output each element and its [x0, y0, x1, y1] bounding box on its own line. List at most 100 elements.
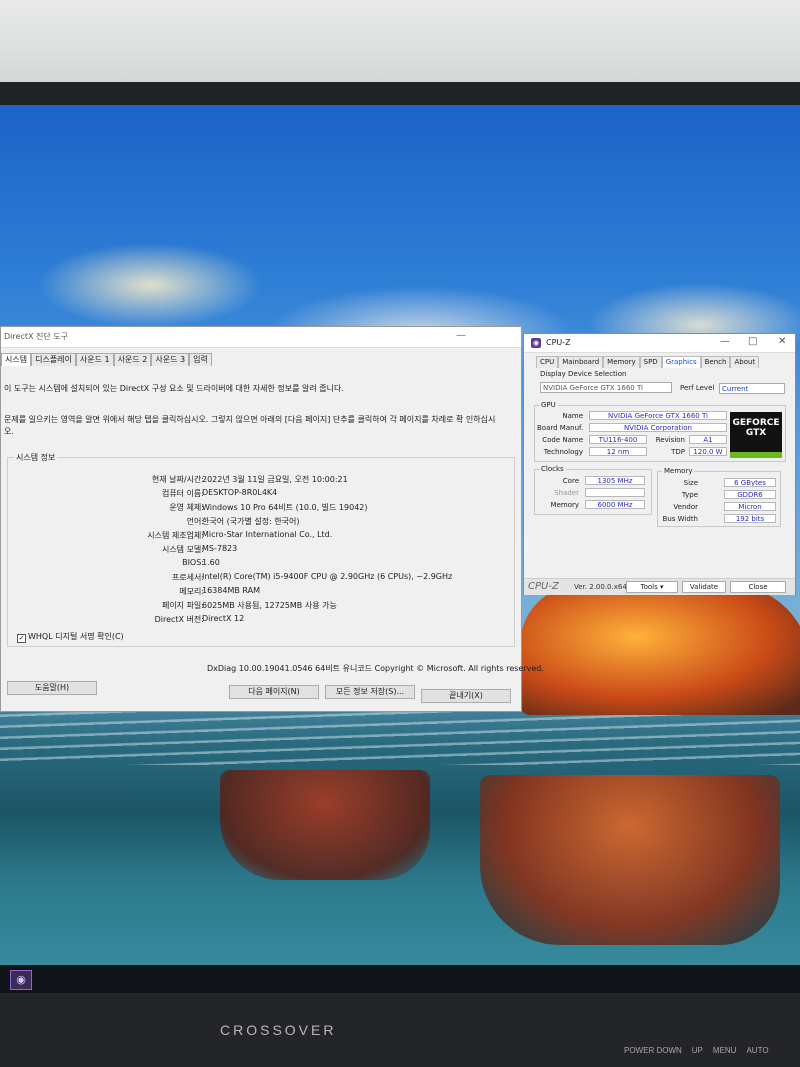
info-label: 운영 체제:	[169, 503, 204, 512]
info-label: DirectX 버전:	[154, 615, 204, 624]
validate-button[interactable]: Validate	[682, 581, 726, 593]
whql-label: WHQL 디지털 서명 확인(C)	[28, 632, 124, 641]
tab-sound3[interactable]: 사운드 3	[151, 353, 190, 366]
tab-sound2[interactable]: 사운드 2	[113, 353, 152, 366]
perf-level-select[interactable]: Current	[719, 383, 785, 394]
dxdiag-titlebar[interactable]: DirectX 진단 도구 —	[1, 327, 521, 348]
wall-background	[0, 0, 800, 90]
cpuz-footer: CPU-Z Ver. 2.00.0.x64 Tools ▾ Validate C…	[524, 578, 795, 595]
info-row: 시스템 제조업체: Micro-Star International Co., L…	[8, 530, 508, 542]
tab-sound1[interactable]: 사운드 1	[75, 353, 114, 366]
cpuz-window: ◉ CPU-Z — □ ✕ CPU Mainboard Memory SPD Graph…	[523, 333, 796, 595]
auto-button[interactable]: AUTO	[746, 1046, 768, 1055]
close-button[interactable]: Close	[730, 581, 786, 593]
info-label: 프로세서:	[171, 573, 204, 582]
tab-memory[interactable]: Memory	[603, 356, 640, 368]
revision-value: A1	[689, 435, 727, 444]
memory-clock-value: 6000 MHz	[585, 500, 645, 509]
info-row: 운영 체제: Windows 10 Pro 64비트 (10.0, 빌드 1904…	[8, 502, 508, 514]
whql-checkbox[interactable]: ✓ WHQL 디지털 서명 확인(C)	[17, 631, 124, 643]
info-row: 현재 날짜/시간: 2022년 3월 11일 금요일, 오전 10:00:21	[8, 474, 508, 486]
tab-system[interactable]: 시스템	[1, 353, 32, 366]
info-label: 시스템 제조업체:	[147, 531, 204, 540]
gpu-name-label: Name	[562, 412, 583, 420]
cpuz-titlebar[interactable]: ◉ CPU-Z — □ ✕	[524, 334, 795, 353]
core-clock-value: 1305 MHz	[585, 476, 645, 485]
tdp-value: 120.0 W	[689, 447, 727, 456]
system-info-group: 시스템 정보 현재 날짜/시간: 2022년 3월 11일 금요일, 오전 10:…	[7, 452, 515, 647]
up-button[interactable]: UP	[692, 1046, 703, 1055]
info-value: MS-7823	[202, 544, 238, 553]
info-value: 16384MB RAM	[202, 586, 260, 595]
board-label: Board Manuf.	[537, 424, 584, 432]
code-name-value: TU116-400	[589, 435, 647, 444]
tab-input[interactable]: 입력	[189, 353, 212, 366]
perf-level-label: Perf Level	[680, 384, 715, 392]
info-row: 메모리: 16384MB RAM	[8, 586, 508, 598]
help-button[interactable]: 도움말(H)	[7, 681, 97, 695]
save-all-button[interactable]: 모든 정보 저장(S)...	[325, 685, 415, 699]
intro-text: 이 도구는 시스템에 설치되어 있는 DirectX 구성 요소 및 드라이버에…	[4, 384, 344, 393]
power-down-button[interactable]: POWER DOWN	[624, 1046, 682, 1055]
tab-about[interactable]: About	[730, 356, 760, 368]
geforce-gtx-logo: GEFORCE GTX	[730, 412, 782, 458]
info-row: 언어: 한국어 (국가별 설정: 한국어)	[8, 516, 508, 528]
minimize-icon[interactable]: —	[456, 330, 466, 341]
info-label: 페이지 파일:	[161, 601, 204, 610]
memory-group-title: Memory	[662, 467, 695, 475]
monitor-brand: CROSSOVER	[220, 1022, 337, 1038]
info-value: 1.60	[202, 558, 220, 567]
tab-cpu[interactable]: CPU	[536, 356, 559, 368]
tab-graphics[interactable]: Graphics	[661, 356, 701, 368]
dxdiag-window: DirectX 진단 도구 — 시스템 디스플레이 사운드 1 사운드 2 사운드 3입…	[0, 326, 544, 712]
tools-button[interactable]: Tools ▾	[626, 581, 678, 593]
copyright-text: DxDiag 10.00.19041.0546 64비트 유니코드 Copyri…	[207, 664, 544, 673]
info-row: BIOS: 1.60	[8, 558, 508, 570]
cpuz-brand: CPU-Z	[528, 581, 559, 592]
display-device-select[interactable]: NVIDIA GeForce GTX 1660 Ti	[540, 382, 672, 393]
info-row: 프로세서: Intel(R) Core(TM) i5-9400F CPU @ 2.…	[8, 572, 508, 584]
menu-button[interactable]: MENU	[713, 1046, 737, 1055]
info-row: DirectX 버전: DirectX 12	[8, 614, 508, 626]
info-row: 컴퓨터 이름: DESKTOP-8R0L4K4	[8, 488, 508, 500]
close-icon[interactable]: ✕	[778, 336, 786, 347]
intro-text-2: 문제를 일으키는 영역을 알면 위에서 해당 탭을 클릭하십시오. 그렇지 않으…	[4, 415, 496, 436]
cpuz-taskbar-icon[interactable]: ◉	[10, 970, 32, 990]
cpuz-version: Ver. 2.00.0.x64	[574, 583, 627, 591]
monitor-bezel-bottom	[0, 993, 800, 1067]
technology-label: Technology	[543, 448, 583, 456]
tab-bench[interactable]: Bench	[700, 356, 731, 368]
bus-width-label: Bus Width	[662, 515, 698, 523]
gpu-name-value: NVIDIA GeForce GTX 1660 Ti	[589, 411, 727, 420]
minimize-icon[interactable]: —	[720, 336, 730, 347]
clocks-group: Clocks Core 1305 MHz Shader Memory 6000 …	[534, 465, 652, 515]
cpuz-logo-icon: ◉	[531, 338, 541, 348]
info-value: Intel(R) Core(TM) i5-9400F CPU @ 2.90GHz…	[202, 572, 453, 581]
mem-size-value: 6 GBytes	[724, 478, 776, 487]
info-value: 한국어 (국가별 설정: 한국어)	[202, 517, 300, 526]
info-value: DirectX 12	[202, 614, 245, 623]
cpuz-tabs: CPU Mainboard Memory SPD Graphics Bench About	[536, 356, 760, 368]
tab-mainboard[interactable]: Mainboard	[558, 356, 604, 368]
tab-display[interactable]: 디스플레이	[31, 353, 76, 366]
info-value: 6025MB 사용됨, 12725MB 사용 가능	[202, 601, 337, 610]
mem-type-value: GDDR6	[724, 490, 776, 499]
gpu-group-title: GPU	[539, 401, 558, 409]
memory-clock-label: Memory	[550, 501, 579, 509]
info-label: 시스템 모델:	[161, 545, 204, 554]
info-value: DESKTOP-8R0L4K4	[202, 488, 278, 497]
shader-clock-label: Shader	[554, 489, 579, 497]
display-selection-label: Display Device Selection	[540, 370, 627, 378]
system-info-title: 시스템 정보	[14, 452, 58, 463]
tab-spd[interactable]: SPD	[639, 356, 662, 368]
info-value: Micro-Star International Co., Ltd.	[202, 530, 333, 539]
tdp-label: TDP	[671, 448, 685, 456]
tools-label: Tools	[640, 583, 658, 591]
exit-button[interactable]: 끝내기(X)	[421, 689, 511, 703]
next-page-button[interactable]: 다음 페이지(N)	[229, 685, 319, 699]
maximize-icon[interactable]: □	[748, 336, 757, 347]
technology-value: 12 nm	[589, 447, 647, 456]
bus-width-value: 192 bits	[724, 514, 776, 523]
core-clock-label: Core	[562, 477, 579, 485]
wallpaper-reflection-left	[220, 770, 430, 880]
